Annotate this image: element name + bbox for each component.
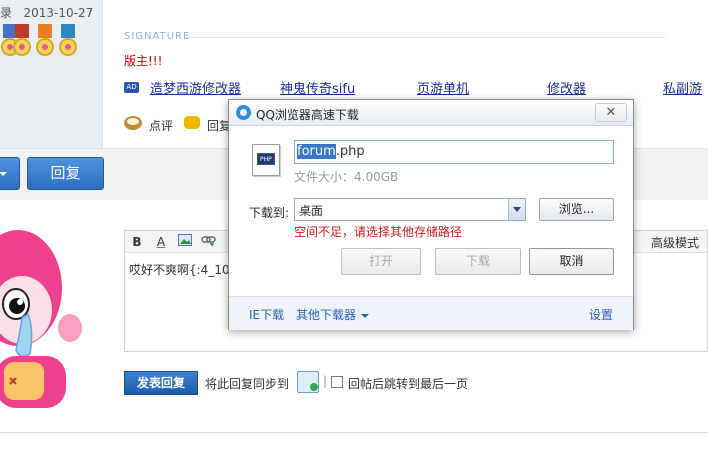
editor-content[interactable]: 哎好不爽啊{:4_10: [129, 261, 230, 278]
jump-to-last-page-label[interactable]: 回帖后跳转到最后一页: [348, 375, 468, 392]
ad-link[interactable]: 页游单机: [417, 78, 469, 97]
file-icon-text: PHP: [260, 156, 272, 163]
browse-button[interactable]: 浏览...: [539, 198, 614, 221]
cancel-button[interactable]: 取消: [529, 248, 614, 275]
sync-qzone-icon[interactable]: [297, 371, 319, 393]
ad-link[interactable]: 修改器: [547, 78, 586, 97]
advanced-mode-link[interactable]: 高级模式: [651, 234, 699, 251]
download-to-label: 下载到:: [249, 206, 290, 220]
other-downloaders-label: 其他下载器: [296, 308, 357, 322]
space-warning: 空间不足，请选择其他存储路径: [294, 225, 463, 239]
ad-link[interactable]: 神鬼传奇sifu: [280, 78, 355, 97]
comment-icon[interactable]: [124, 116, 142, 130]
reply-button[interactable]: 回复: [27, 157, 104, 190]
signature-label: SIGNATURE: [124, 31, 191, 42]
avatar: [0, 218, 88, 420]
signature-text: 版主!!!: [124, 54, 163, 68]
medal-icon[interactable]: [35, 24, 55, 60]
image-icon[interactable]: [177, 234, 193, 250]
php-file-icon: PHP: [252, 144, 280, 176]
qq-browser-logo-icon: [236, 105, 251, 120]
filename-input[interactable]: forum.php: [294, 140, 614, 164]
medal-icon[interactable]: [58, 24, 78, 60]
download-button[interactable]: 下载: [435, 248, 521, 275]
ie-download-link[interactable]: IE下载: [249, 306, 284, 323]
post-header-text: 录: [0, 6, 13, 20]
jump-to-last-page-checkbox[interactable]: [331, 376, 343, 388]
file-size: 文件大小：4.00GB: [294, 170, 399, 184]
monkey-avatar-icon: [0, 230, 82, 408]
ad-link[interactable]: 私副游: [663, 78, 702, 97]
post-date: 录 2013-10-27: [0, 4, 93, 21]
filename-selected: forum: [297, 144, 336, 159]
download-dialog: QQ浏览器高速下载 ✕ PHP forum.php 文件大小：4.00GB 下载…: [228, 99, 634, 330]
settings-link[interactable]: 设置: [589, 306, 613, 323]
dialog-title: QQ浏览器高速下载: [256, 108, 359, 122]
dialog-footer: IE下载 其他下载器 设置: [229, 296, 633, 330]
bold-button[interactable]: B: [129, 234, 145, 250]
download-location-value: 桌面: [299, 204, 324, 218]
chevron-down-icon: [0, 172, 7, 176]
medal-icon[interactable]: [12, 24, 32, 60]
chevron-down-icon: [361, 313, 370, 318]
chevron-down-icon[interactable]: [508, 199, 525, 220]
other-downloaders-link[interactable]: 其他下载器: [296, 306, 370, 323]
ad-badge: AD: [124, 82, 139, 93]
submit-reply-button[interactable]: 发表回复: [124, 371, 198, 395]
link-icon[interactable]: [201, 234, 217, 250]
bottom-divider: [0, 432, 708, 433]
post-date-value: 2013-10-27: [23, 6, 94, 20]
dialog-titlebar[interactable]: QQ浏览器高速下载 ✕: [229, 100, 633, 126]
font-color-button[interactable]: A: [153, 234, 169, 250]
download-location-select[interactable]: 桌面: [294, 198, 526, 221]
reply-icon[interactable]: [184, 116, 200, 129]
filename-extension: .php: [335, 144, 365, 159]
author-sidebar: 录 2013-10-27: [0, 0, 103, 148]
signature-divider: [186, 37, 666, 38]
sync-label: 将此回复同步到: [205, 377, 290, 391]
open-button[interactable]: 打开: [341, 248, 421, 275]
comment-link[interactable]: 点评: [149, 117, 173, 134]
close-icon[interactable]: ✕: [595, 103, 627, 122]
sync-separator: |: [323, 374, 328, 388]
post-dropdown-button[interactable]: [0, 157, 20, 190]
ad-link[interactable]: 造梦西游修改器: [150, 78, 241, 97]
